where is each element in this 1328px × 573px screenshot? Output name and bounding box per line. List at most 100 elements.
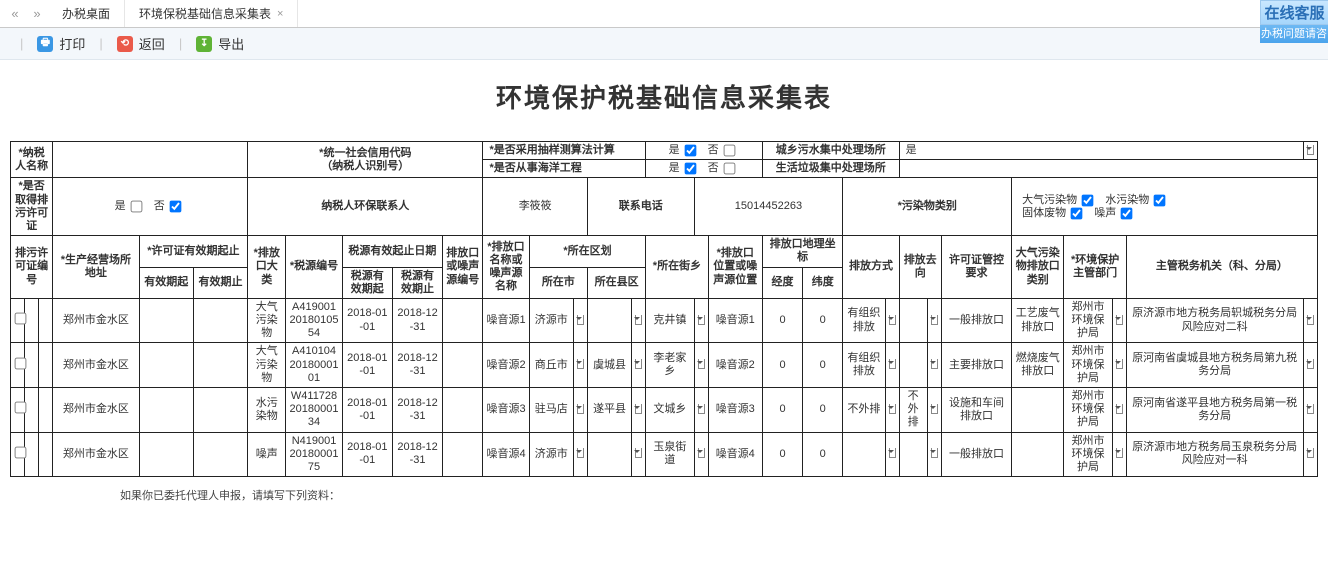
online-service[interactable]: 在线客服 办税问题请咨 bbox=[1260, 0, 1328, 43]
cell-org[interactable]: 原济源市地方税务局玉泉税务分局风险应对一科 bbox=[1126, 432, 1303, 477]
dept-dd[interactable] bbox=[1112, 388, 1126, 433]
dir-dd[interactable] bbox=[927, 343, 941, 388]
cell-start[interactable]: 2018-01-01 bbox=[342, 388, 392, 433]
cell-addr[interactable]: 郑州市金水区 bbox=[53, 432, 139, 477]
mode-dd[interactable] bbox=[885, 388, 899, 433]
tab-desktop[interactable]: 办税桌面 bbox=[48, 0, 125, 27]
back-button[interactable]: ⟲返回 bbox=[113, 32, 169, 55]
cell-addr[interactable]: 郑州市金水区 bbox=[53, 298, 139, 343]
cell-town[interactable]: 克井镇 bbox=[646, 298, 694, 343]
city-dd[interactable] bbox=[573, 298, 587, 343]
cell-dept[interactable]: 郑州市环境保护局 bbox=[1064, 343, 1112, 388]
dept-dd[interactable] bbox=[1112, 298, 1126, 343]
cell[interactable] bbox=[193, 388, 247, 433]
cell-req[interactable]: 一般排放口 bbox=[941, 298, 1011, 343]
cell-cat[interactable]: 大气污染物 bbox=[248, 298, 286, 343]
cell-cat[interactable]: 噪声 bbox=[248, 432, 286, 477]
cell-town[interactable]: 玉泉街道 bbox=[646, 432, 694, 477]
cell-pos[interactable]: 噪音源3 bbox=[708, 388, 762, 433]
cell[interactable] bbox=[139, 432, 193, 477]
cell-dir[interactable] bbox=[899, 343, 927, 388]
county-dd[interactable] bbox=[632, 432, 646, 477]
cell-lon[interactable]: 0 bbox=[762, 388, 802, 433]
cell-src[interactable]: N4190012018000175 bbox=[286, 432, 342, 477]
cell-start[interactable]: 2018-01-01 bbox=[342, 432, 392, 477]
cell-at[interactable] bbox=[1012, 432, 1064, 477]
cell-req[interactable]: 设施和车间排放口 bbox=[941, 388, 1011, 433]
contact-person-field[interactable]: 李筱筱 bbox=[483, 178, 588, 236]
row-checkbox[interactable] bbox=[15, 446, 27, 458]
cell-org[interactable]: 原河南省虞城县地方税务局第九税务分局 bbox=[1126, 343, 1303, 388]
marine-no-checkbox[interactable] bbox=[723, 163, 735, 175]
cell-lon[interactable]: 0 bbox=[762, 298, 802, 343]
dir-dd[interactable] bbox=[927, 388, 941, 433]
cell-city[interactable]: 驻马店 bbox=[529, 388, 573, 433]
cat-air-checkbox[interactable] bbox=[1082, 194, 1094, 206]
cell-name[interactable]: 噪音源2 bbox=[483, 343, 529, 388]
cell-name[interactable]: 噪音源1 bbox=[483, 298, 529, 343]
mode-dd[interactable] bbox=[885, 343, 899, 388]
cell[interactable] bbox=[443, 432, 483, 477]
sampling-no-checkbox[interactable] bbox=[723, 145, 735, 157]
cell-pos[interactable]: 噪音源4 bbox=[708, 432, 762, 477]
row-checkbox[interactable] bbox=[15, 357, 27, 369]
taxpayer-name-field[interactable] bbox=[53, 142, 248, 178]
city-dd[interactable] bbox=[573, 343, 587, 388]
cell-src[interactable]: A4101042018000101 bbox=[286, 343, 342, 388]
cell-dept[interactable]: 郑州市环境保护局 bbox=[1064, 432, 1112, 477]
cell[interactable] bbox=[443, 388, 483, 433]
contact-phone-field[interactable]: 15014452263 bbox=[694, 178, 843, 236]
cell-lon[interactable]: 0 bbox=[762, 432, 802, 477]
cell-req[interactable]: 主要排放口 bbox=[941, 343, 1011, 388]
cell-town[interactable]: 文城乡 bbox=[646, 388, 694, 433]
cell-cat[interactable]: 大气污染物 bbox=[248, 343, 286, 388]
cell[interactable] bbox=[139, 388, 193, 433]
cell-dir[interactable] bbox=[899, 432, 927, 477]
marine-yes-checkbox[interactable] bbox=[684, 163, 696, 175]
cell-dir[interactable] bbox=[899, 298, 927, 343]
town-dd[interactable] bbox=[694, 388, 708, 433]
org-dd[interactable] bbox=[1303, 432, 1317, 477]
dir-dd[interactable] bbox=[927, 432, 941, 477]
cell-org[interactable]: 原济源市地方税务局轵城税务分局风险应对二科 bbox=[1126, 298, 1303, 343]
cell-mode[interactable]: 不外排 bbox=[843, 388, 885, 433]
cell-name[interactable]: 噪音源3 bbox=[483, 388, 529, 433]
dept-dd[interactable] bbox=[1112, 432, 1126, 477]
tab-nav-right[interactable]: » bbox=[26, 0, 48, 27]
city-dd[interactable] bbox=[573, 388, 587, 433]
town-dd[interactable] bbox=[694, 343, 708, 388]
cat-noise-checkbox[interactable] bbox=[1121, 207, 1133, 219]
tab-env-form[interactable]: 环境保税基础信息采集表× bbox=[125, 0, 298, 27]
cell-end[interactable]: 2018-12-31 bbox=[392, 298, 442, 343]
cell[interactable] bbox=[39, 432, 53, 477]
cell-pos[interactable]: 噪音源1 bbox=[708, 298, 762, 343]
cell-end[interactable]: 2018-12-31 bbox=[392, 388, 442, 433]
print-button[interactable]: 🖶打印 bbox=[33, 32, 89, 55]
cell[interactable] bbox=[139, 298, 193, 343]
cell-county[interactable]: 遂平县 bbox=[587, 388, 631, 433]
cell-start[interactable]: 2018-01-01 bbox=[342, 343, 392, 388]
county-dd[interactable] bbox=[632, 343, 646, 388]
org-dd[interactable] bbox=[1303, 343, 1317, 388]
export-button[interactable]: ↧导出 bbox=[192, 32, 248, 55]
town-dd[interactable] bbox=[694, 298, 708, 343]
cell-county[interactable] bbox=[587, 432, 631, 477]
cell-addr[interactable]: 郑州市金水区 bbox=[53, 388, 139, 433]
cell-pos[interactable]: 噪音源2 bbox=[708, 343, 762, 388]
dir-dd[interactable] bbox=[927, 298, 941, 343]
cell-end[interactable]: 2018-12-31 bbox=[392, 432, 442, 477]
cell-city[interactable]: 济源市 bbox=[529, 432, 573, 477]
cell-cat[interactable]: 水污染物 bbox=[248, 388, 286, 433]
cell[interactable] bbox=[39, 343, 53, 388]
cell[interactable] bbox=[193, 432, 247, 477]
dept-dd[interactable] bbox=[1112, 343, 1126, 388]
cell[interactable] bbox=[443, 343, 483, 388]
cell[interactable] bbox=[193, 343, 247, 388]
cell-mode[interactable] bbox=[843, 432, 885, 477]
cell[interactable] bbox=[193, 298, 247, 343]
cell-mode[interactable]: 有组织排放 bbox=[843, 343, 885, 388]
cell-at[interactable]: 工艺废气排放口 bbox=[1012, 298, 1064, 343]
sewage-plant-dd[interactable] bbox=[1303, 142, 1317, 160]
org-dd[interactable] bbox=[1303, 388, 1317, 433]
cell-org[interactable]: 原河南省遂平县地方税务局第一税务分局 bbox=[1126, 388, 1303, 433]
